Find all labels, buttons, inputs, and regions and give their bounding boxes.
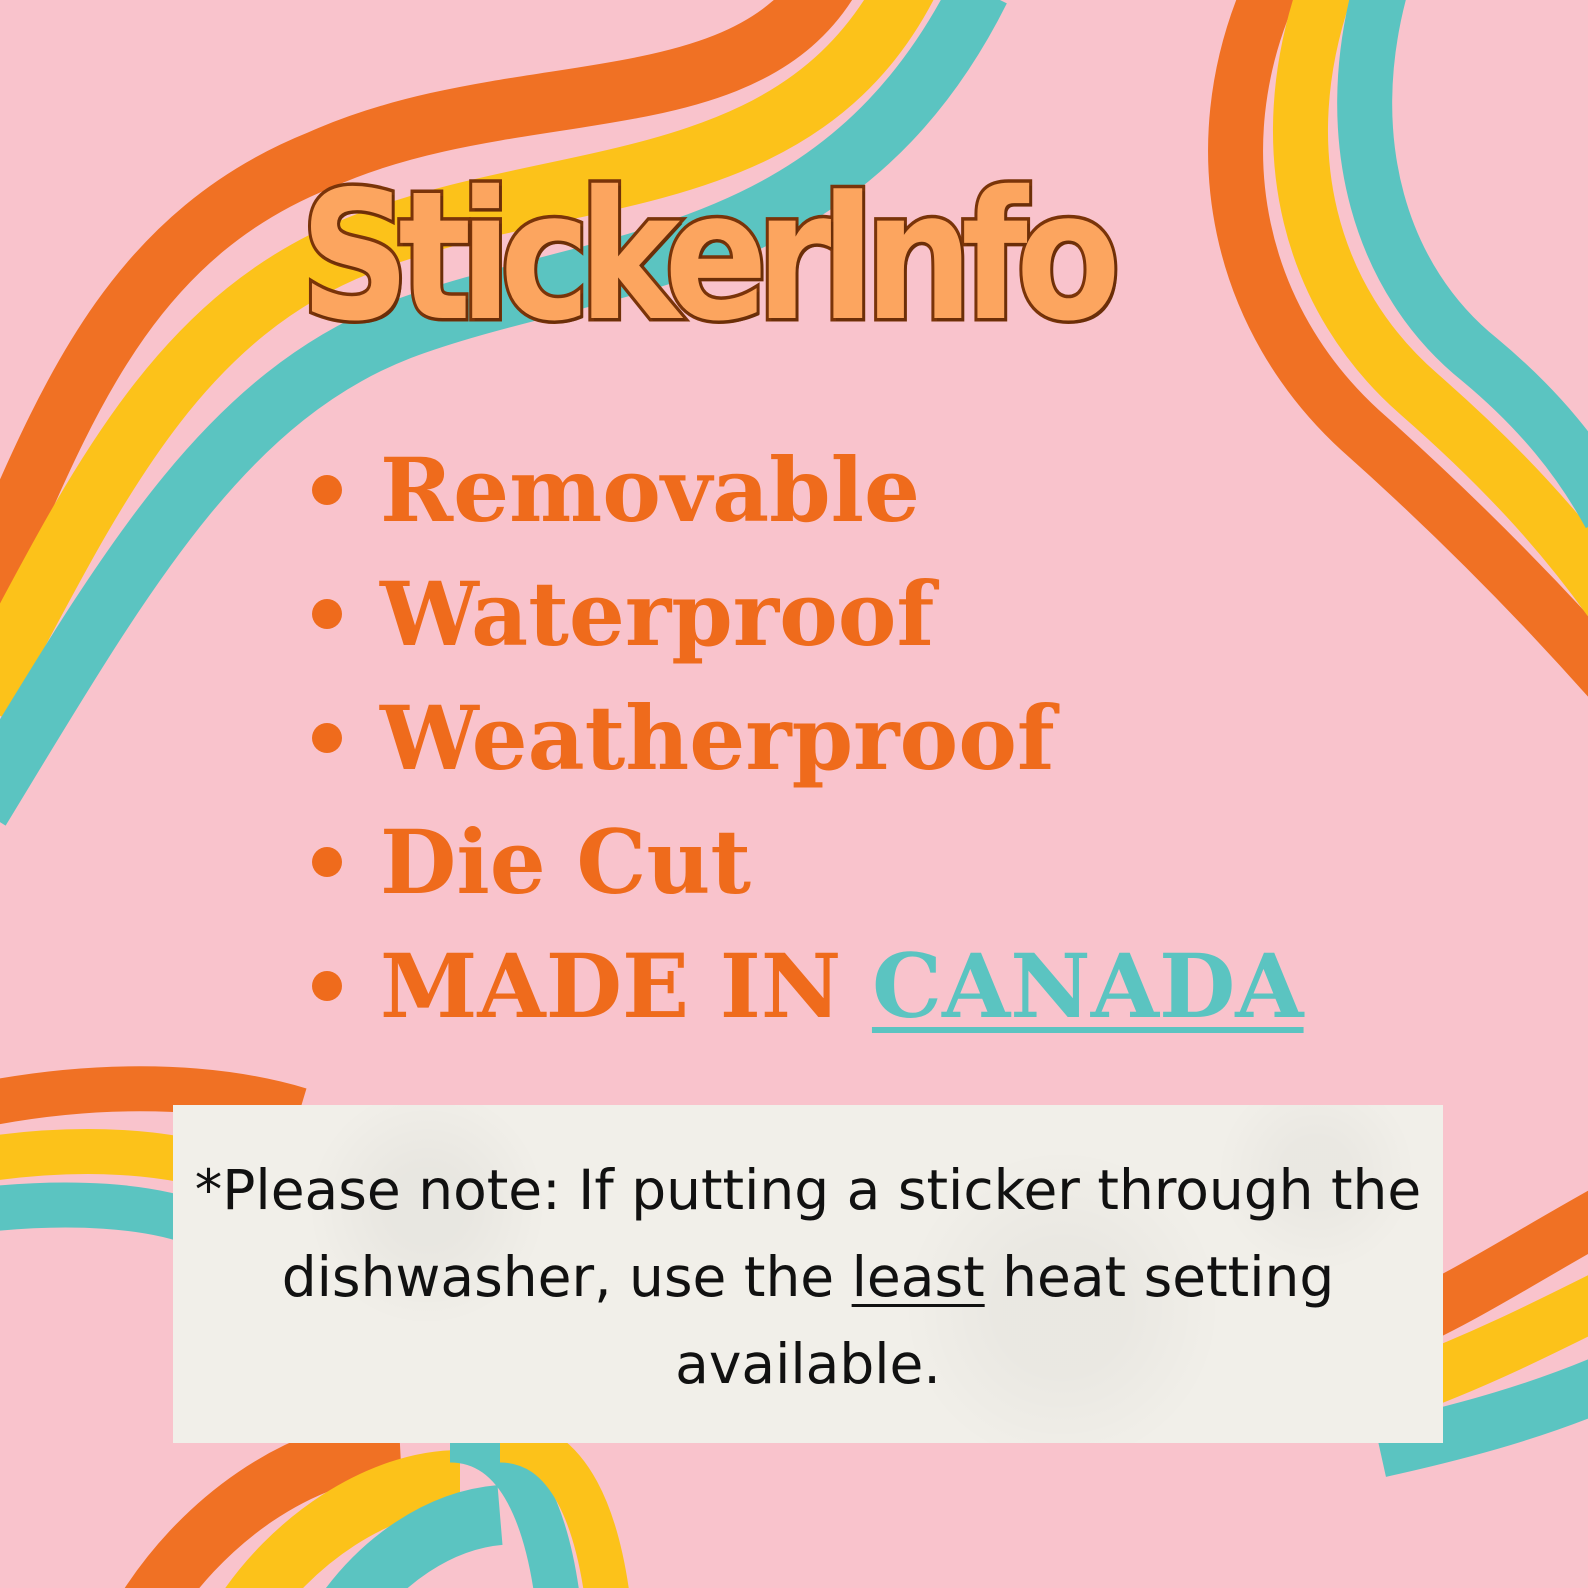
- bullet-icon: [312, 847, 342, 877]
- page-title: StickerInfo: [297, 153, 1124, 360]
- feature-label: Die Cut: [380, 810, 752, 914]
- feature-label: Weatherproof: [380, 686, 1055, 790]
- bullet-icon: [312, 723, 342, 753]
- feature-label: Removable: [380, 438, 921, 542]
- made-in-country: CANADA: [871, 934, 1304, 1038]
- dishwasher-note: *Please note: If putting a sticker throu…: [173, 1147, 1443, 1408]
- feature-label: Waterproof: [380, 562, 935, 666]
- note-emphasis: least: [851, 1245, 985, 1309]
- feature-item: Removable: [300, 428, 1304, 552]
- feature-list: Removable Waterproof Weatherproof Die Cu…: [300, 428, 1304, 1048]
- feature-item: Weatherproof: [300, 676, 1304, 800]
- sticker-info-graphic: StickerInfo Removable Waterproof Weather…: [0, 0, 1588, 1588]
- feature-item: Waterproof: [300, 552, 1304, 676]
- bullet-icon: [312, 475, 342, 505]
- made-in-item: MADE IN CANADA: [300, 924, 1304, 1048]
- feature-item: Die Cut: [300, 800, 1304, 924]
- bullet-icon: [312, 971, 342, 1001]
- made-in-prefix: MADE IN: [380, 934, 842, 1038]
- dishwasher-note-box: *Please note: If putting a sticker throu…: [173, 1105, 1443, 1443]
- bullet-icon: [312, 599, 342, 629]
